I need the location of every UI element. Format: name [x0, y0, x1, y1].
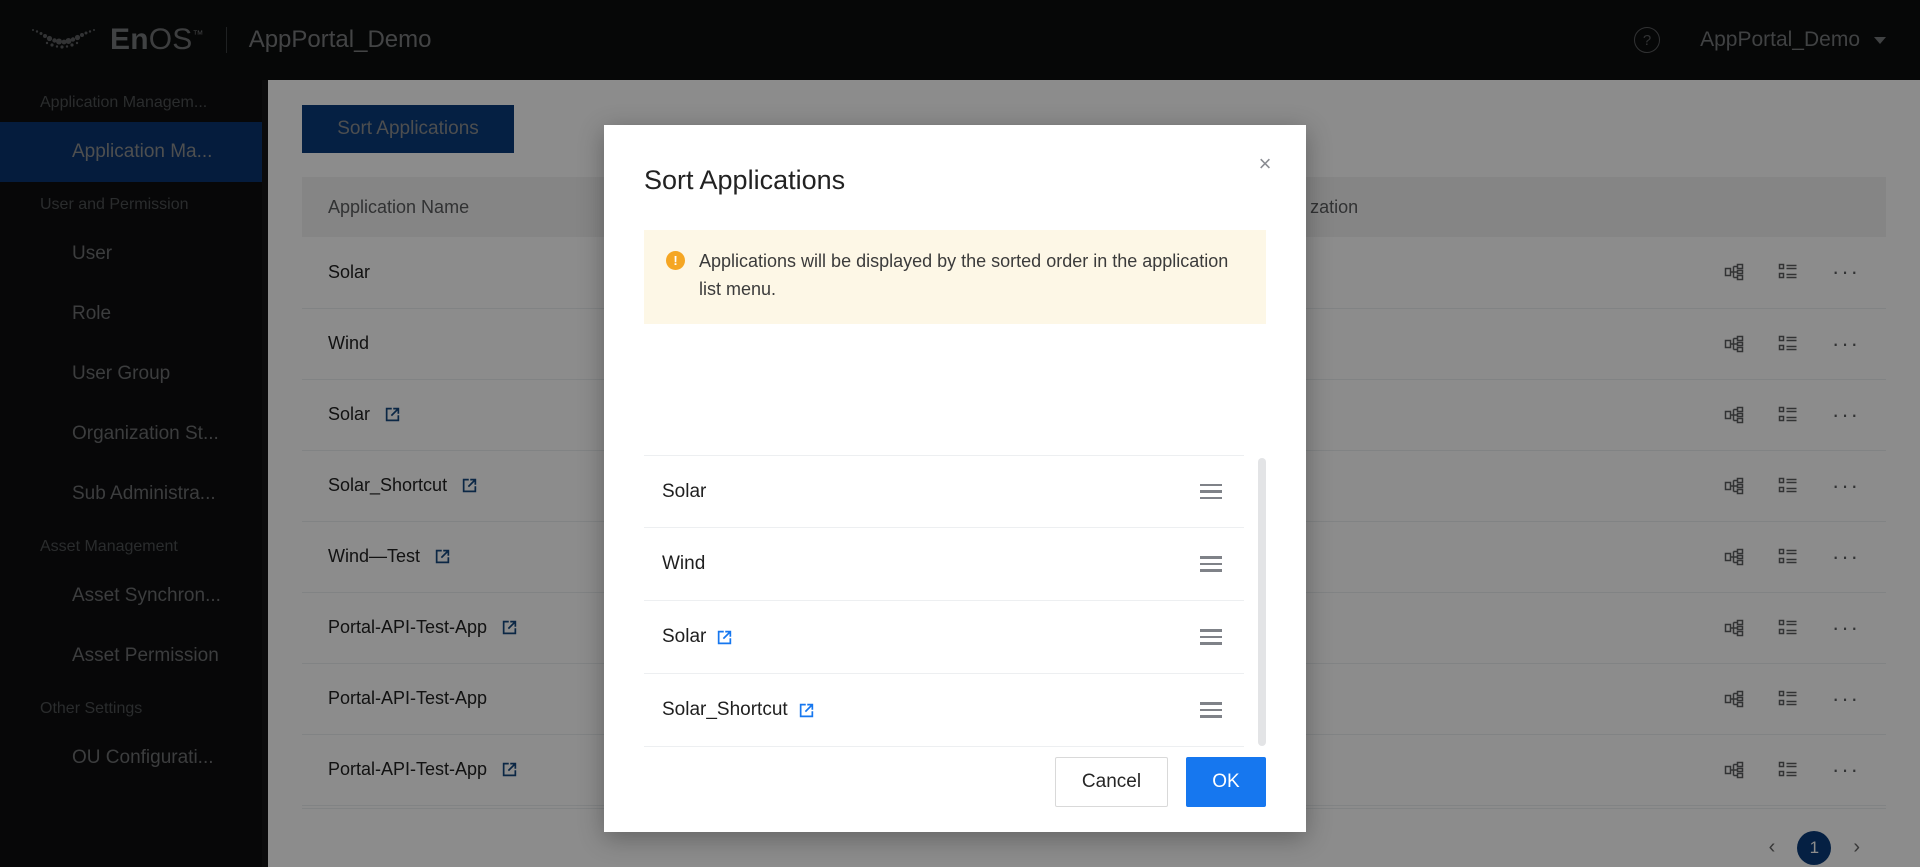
external-link-icon[interactable]	[798, 702, 815, 719]
drag-handle-icon[interactable]	[1200, 629, 1222, 645]
cancel-button[interactable]: Cancel	[1055, 757, 1168, 807]
sortable-item-label-wrap: Solar	[662, 481, 706, 503]
sort-applications-dialog: Sort Applications × ! Applications will …	[604, 125, 1306, 832]
sortable-item-label: Wind	[662, 553, 706, 574]
drag-handle-icon[interactable]	[1200, 702, 1222, 718]
sortable-item-label: Solar	[662, 626, 707, 647]
ok-button[interactable]: OK	[1186, 757, 1266, 807]
app-root: EnOS™ AppPortal_Demo ? AppPortal_Demo Ap…	[0, 0, 1920, 867]
drag-handle-icon[interactable]	[1200, 556, 1222, 572]
sortable-item-label-wrap: Wind	[662, 553, 705, 575]
external-link-icon[interactable]	[716, 629, 733, 646]
alert-message: Applications will be displayed by the so…	[699, 251, 1229, 299]
sortable-list-scrollbar[interactable]	[1258, 458, 1266, 746]
sortable-list-item[interactable]: Solar	[644, 601, 1244, 674]
sortable-item-label-wrap: Solar	[662, 626, 733, 648]
sortable-list-viewport: SolarWindSolarSolar_ShortcutWind—TestPor…	[644, 455, 1266, 755]
info-alert: ! Applications will be displayed by the …	[644, 230, 1266, 324]
sortable-list-item[interactable]: Solar	[644, 455, 1244, 528]
sortable-item-label: Solar	[662, 480, 707, 502]
scrollbar-thumb[interactable]	[1258, 458, 1266, 746]
sortable-item-label-wrap: Solar_Shortcut	[662, 699, 815, 721]
sortable-list-item[interactable]: Wind	[644, 528, 1244, 601]
sortable-item-label: Solar_Shortcut	[662, 699, 788, 720]
dialog-footer: Cancel OK	[604, 732, 1306, 832]
close-icon[interactable]: ×	[1248, 147, 1282, 181]
dialog-title: Sort Applications	[644, 165, 846, 195]
warning-exclamation-icon: !	[666, 251, 685, 270]
drag-handle-icon[interactable]	[1200, 483, 1222, 500]
